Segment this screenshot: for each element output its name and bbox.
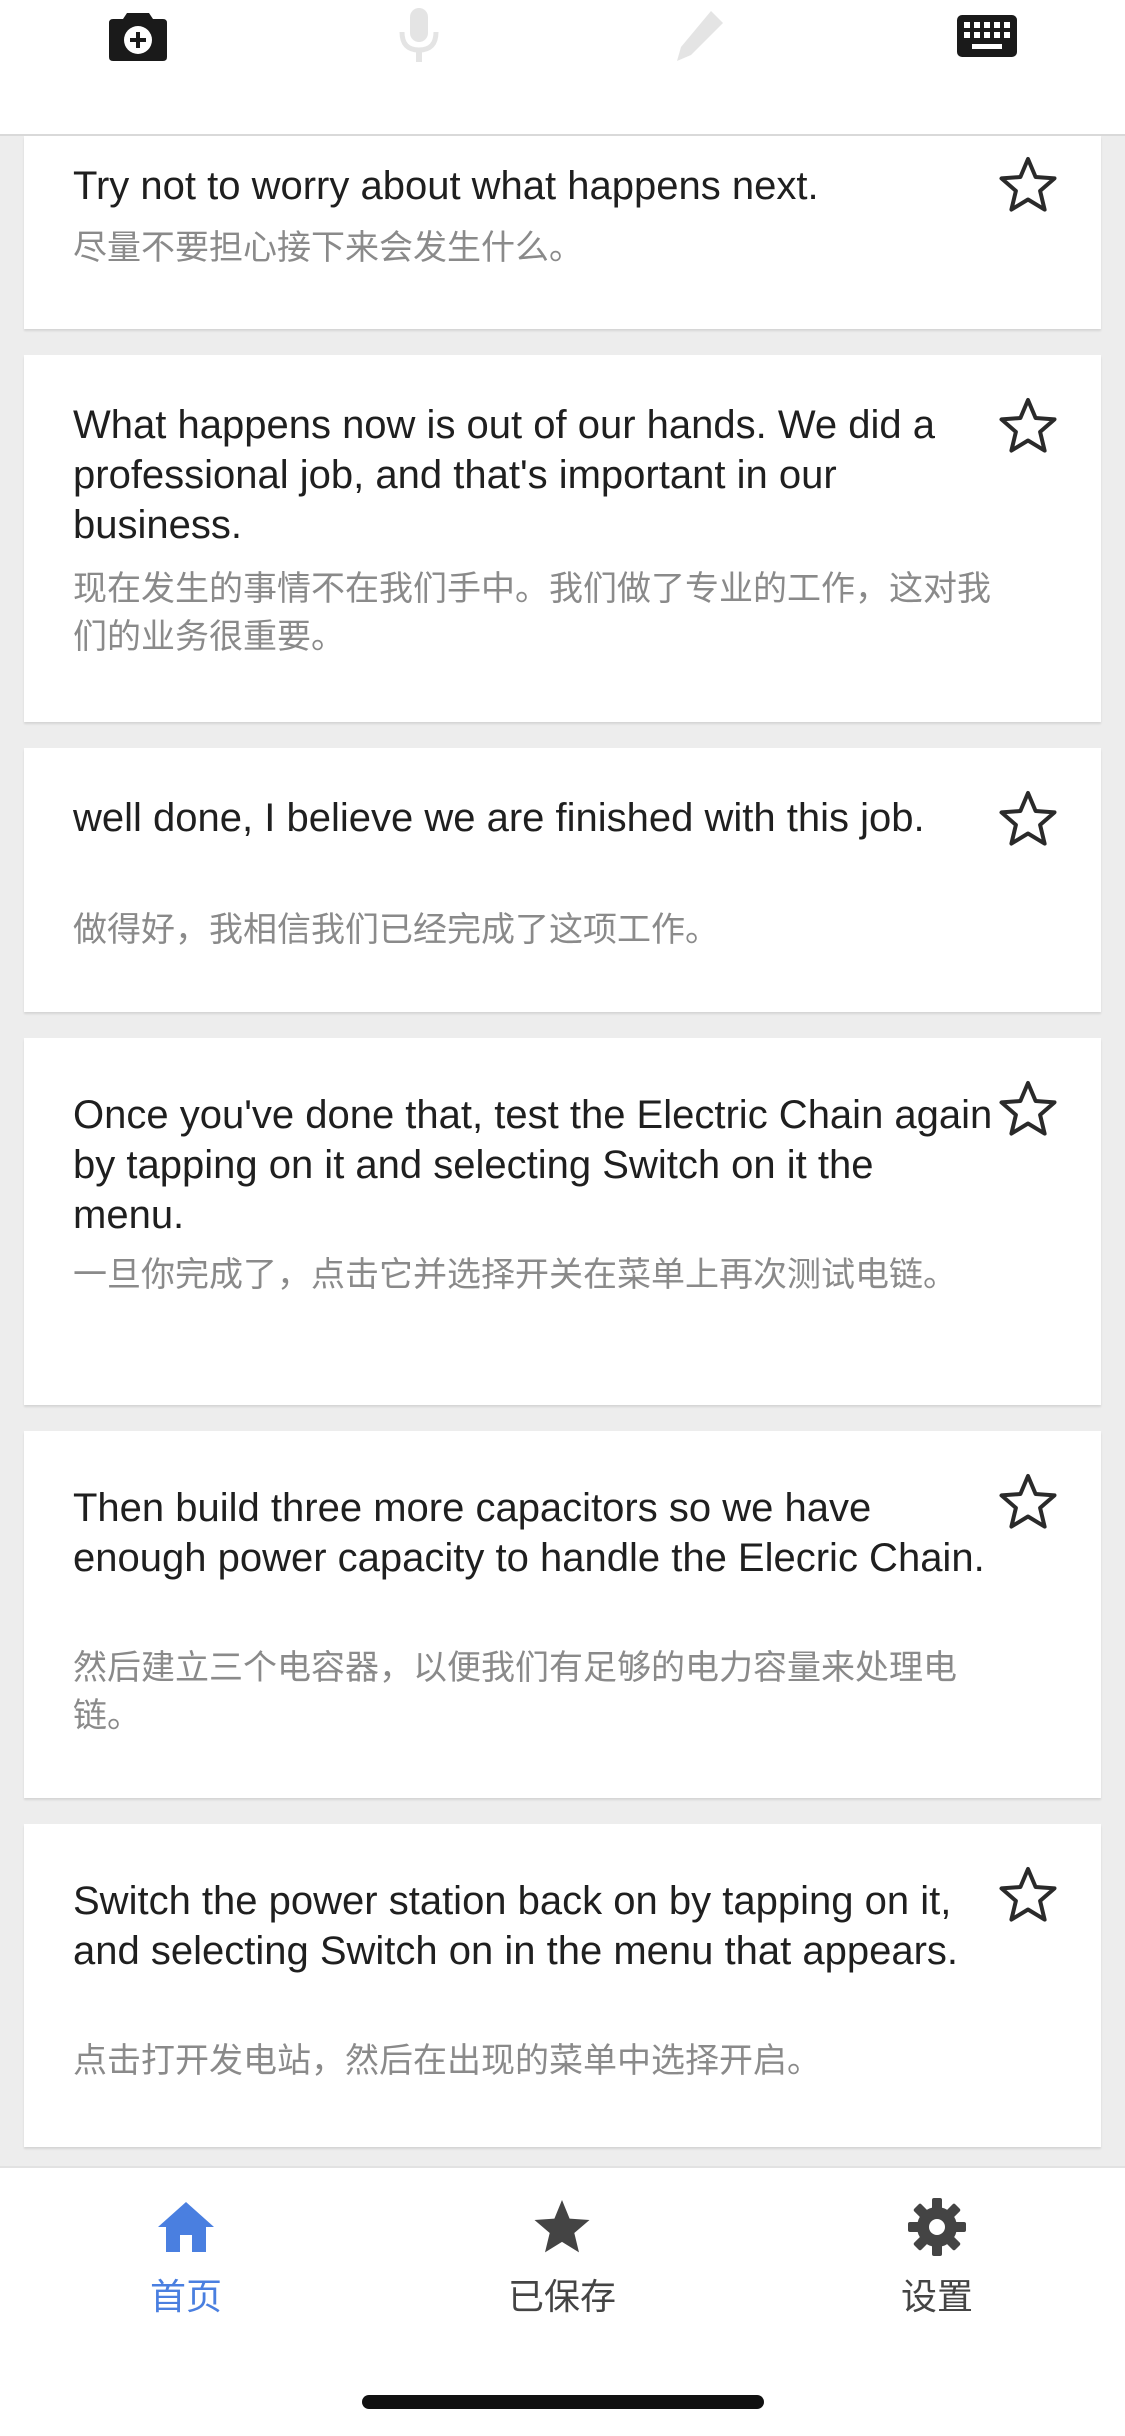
favorite-button[interactable] bbox=[995, 152, 1061, 218]
phrase-english: Try not to worry about what happens next… bbox=[73, 164, 819, 208]
phrase-chinese: 尽量不要担心接下来会发生什么。 bbox=[73, 228, 583, 268]
tab-settings[interactable]: 设置 bbox=[817, 2188, 1057, 2338]
phrasebook-screen: Try not to worry about what happens next… bbox=[0, 0, 1125, 2436]
phrase-chinese: 然后建立三个电容器，以便我们有足够的电力容量来处理电链。 bbox=[73, 1648, 957, 1736]
tab-home-label: 首页 bbox=[149, 2277, 222, 2318]
microphone-button[interactable] bbox=[374, 0, 464, 72]
camera-button[interactable] bbox=[93, 0, 183, 72]
pen-icon bbox=[677, 11, 723, 61]
input-mode-toolbar bbox=[0, 0, 1125, 136]
phrase-card[interactable]: Once you've done that, test the Electric… bbox=[24, 1038, 1101, 1405]
microphone-icon bbox=[399, 8, 439, 62]
phrase-english: well done, I believe we are finished wit… bbox=[73, 796, 925, 840]
phrase-chinese: 点击打开发电站，然后在出现的菜单中选择开启。 bbox=[73, 2041, 821, 2081]
phrase-card[interactable]: What happens now is out of our hands. We… bbox=[24, 355, 1101, 722]
phrase-english: Then build three more capacitors so we h… bbox=[73, 1486, 985, 1580]
favorite-button[interactable] bbox=[995, 1469, 1061, 1535]
phrase-card[interactable]: Then build three more capacitors so we h… bbox=[24, 1431, 1101, 1798]
phrase-chinese: 做得好，我相信我们已经完成了这项工作。 bbox=[73, 910, 719, 950]
camera-icon bbox=[109, 13, 167, 61]
favorite-button[interactable] bbox=[995, 393, 1061, 459]
tab-settings-label: 设置 bbox=[900, 2277, 973, 2318]
favorite-button[interactable] bbox=[995, 1862, 1061, 1928]
star-outline-icon bbox=[999, 398, 1057, 453]
favorite-button[interactable] bbox=[995, 786, 1061, 852]
home-indicator[interactable] bbox=[362, 2395, 764, 2409]
phrase-english: Switch the power station back on by tapp… bbox=[73, 1879, 958, 1973]
phrase-card[interactable]: Switch the power station back on by tapp… bbox=[24, 1824, 1101, 2147]
star-outline-icon bbox=[999, 1081, 1057, 1136]
tab-home[interactable]: 首页 bbox=[66, 2188, 306, 2338]
star-outline-icon bbox=[999, 1474, 1057, 1529]
star-outline-icon bbox=[999, 791, 1057, 846]
home-icon bbox=[158, 2202, 214, 2252]
phrase-card[interactable]: well done, I believe we are finished wit… bbox=[24, 748, 1101, 1012]
phrase-card[interactable]: Try not to worry about what happens next… bbox=[24, 136, 1101, 329]
gear-icon bbox=[908, 2198, 966, 2256]
keyboard-icon bbox=[957, 15, 1017, 57]
handwriting-button[interactable] bbox=[654, 0, 744, 72]
phrase-chinese: 现在发生的事情不在我们手中。我们做了专业的工作，这对我们的业务很重要。 bbox=[73, 569, 991, 657]
star-outline-icon bbox=[999, 1867, 1057, 1922]
tab-saved-label: 已保存 bbox=[507, 2277, 616, 2318]
star-outline-icon bbox=[999, 157, 1057, 212]
phrase-english: Once you've done that, test the Electric… bbox=[73, 1093, 993, 1237]
phrase-english: What happens now is out of our hands. We… bbox=[73, 403, 936, 547]
favorite-button[interactable] bbox=[995, 1076, 1061, 1142]
keyboard-button[interactable] bbox=[942, 0, 1032, 72]
star-icon bbox=[534, 2200, 590, 2253]
tab-saved[interactable]: 已保存 bbox=[442, 2188, 682, 2338]
phrase-chinese: 一旦你完成了，点击它并选择开关在菜单上再次测试电链。 bbox=[73, 1255, 957, 1295]
